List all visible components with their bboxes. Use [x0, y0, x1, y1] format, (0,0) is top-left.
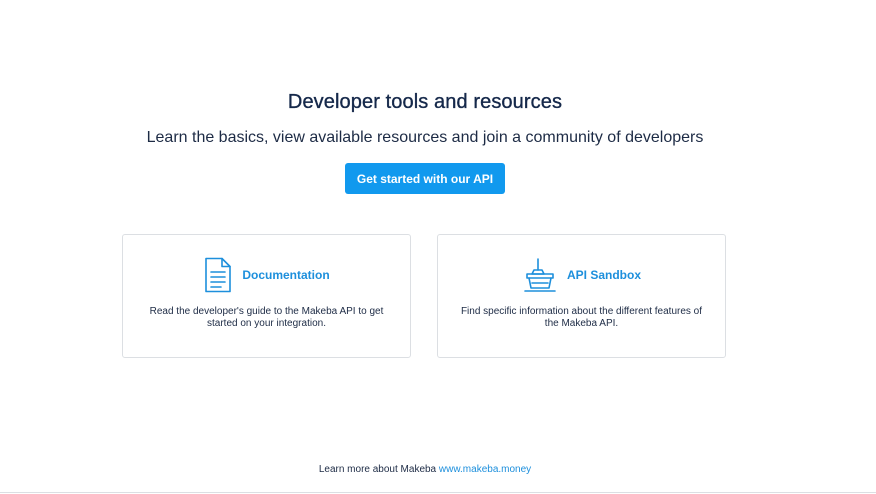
- api-sandbox-card-description: Find specific information about the diff…: [460, 306, 703, 329]
- get-started-button[interactable]: Get started with our API: [345, 163, 505, 194]
- page-subtitle: Learn the basics, view available resourc…: [146, 129, 704, 146]
- sandbox-icon: [522, 257, 558, 293]
- documentation-card[interactable]: Documentation Read the developer's guide…: [122, 234, 411, 358]
- document-icon: [203, 257, 233, 293]
- api-sandbox-card-title: API Sandbox: [566, 268, 641, 282]
- documentation-card-title: Documentation: [242, 268, 330, 282]
- makeba-website-link[interactable]: www.makeba.money: [439, 464, 531, 475]
- api-sandbox-card-header: API Sandbox: [438, 257, 725, 293]
- api-sandbox-card[interactable]: API Sandbox Find specific information ab…: [437, 234, 726, 358]
- documentation-card-header: Documentation: [123, 257, 410, 293]
- documentation-card-description: Read the developer's guide to the Makeba…: [149, 306, 384, 329]
- footer-label: Learn more about Makeba: [318, 464, 439, 475]
- footer-divider: [0, 492, 876, 493]
- footer-note: Learn more about Makeba www.makeba.money: [0, 464, 850, 475]
- page-title: Developer tools and resources: [287, 91, 563, 113]
